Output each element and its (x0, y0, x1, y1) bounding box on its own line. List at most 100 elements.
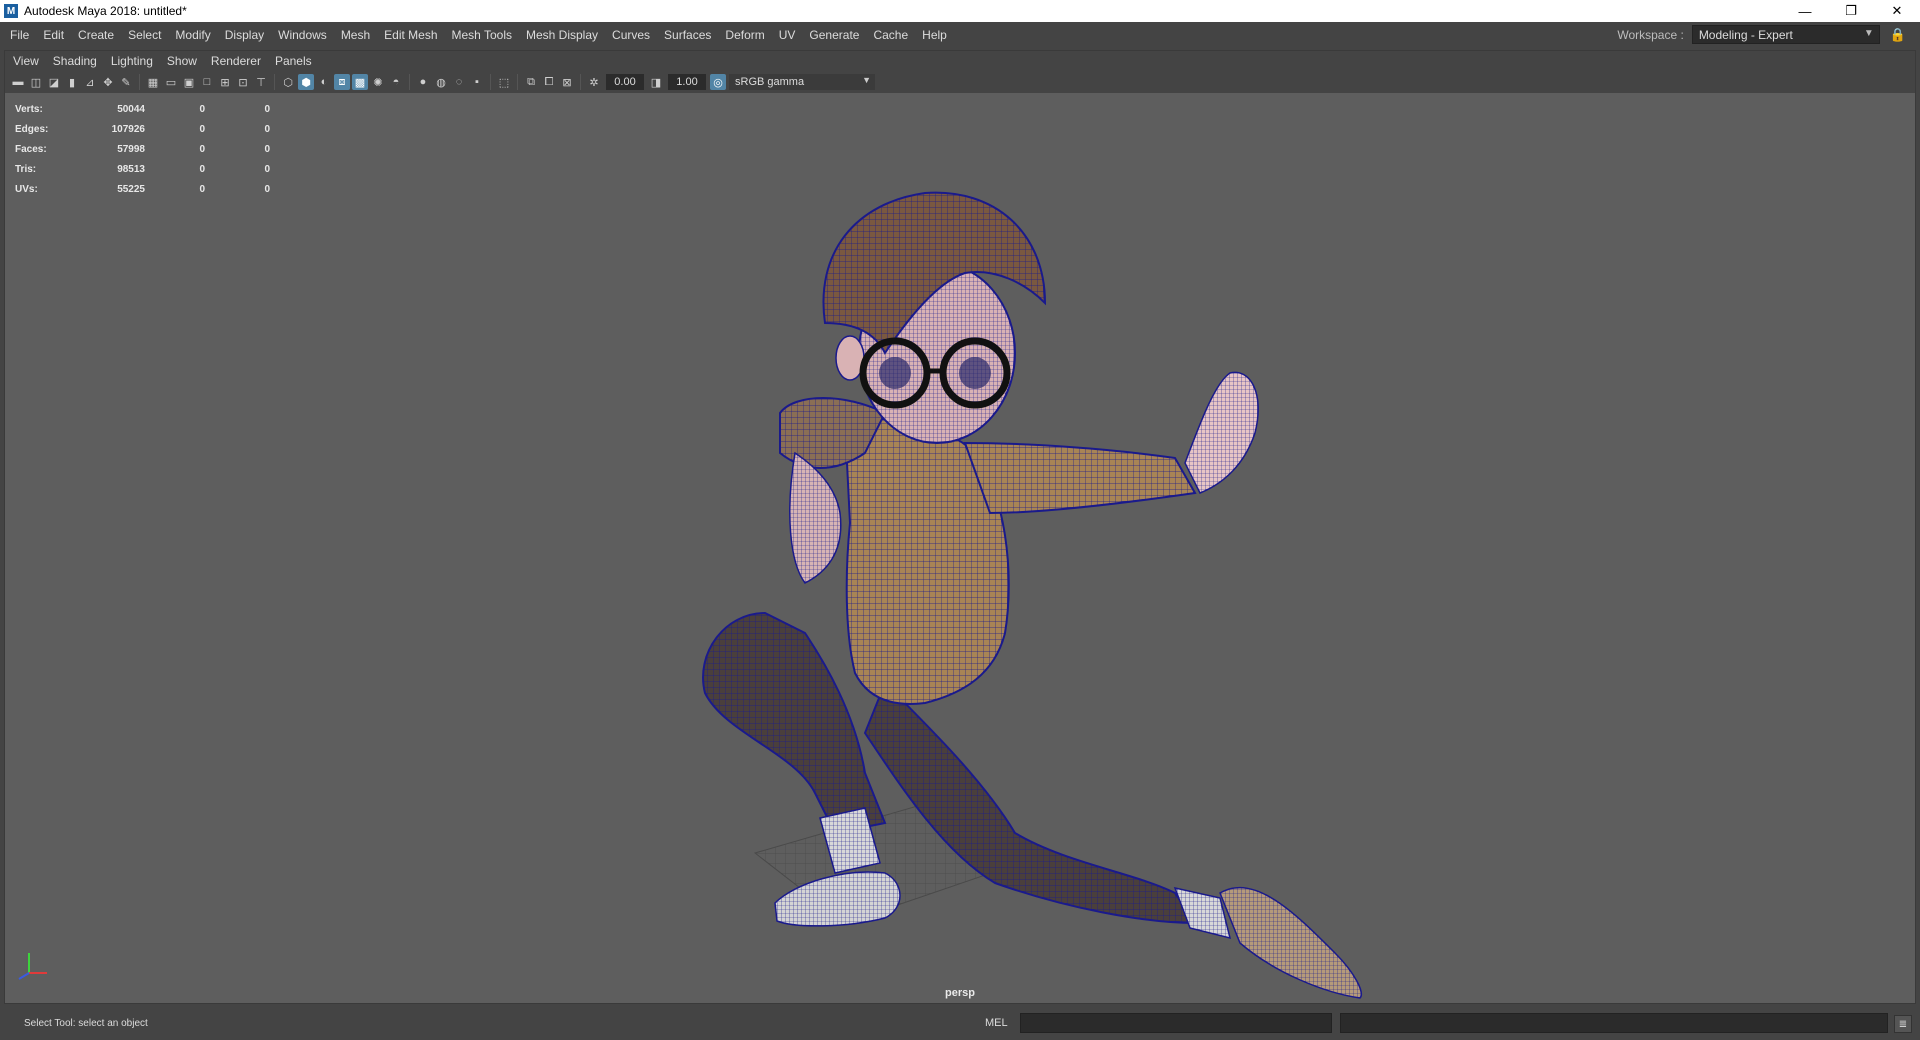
view-axis-icon (18, 953, 47, 980)
hud-component-value: 0 (264, 103, 270, 115)
exposure-icon[interactable]: ✲ (586, 74, 602, 90)
textured-icon[interactable]: ▩ (352, 74, 368, 90)
wireframe-icon[interactable]: ⬡ (280, 74, 296, 90)
grease-pencil-icon[interactable]: ✎ (118, 74, 134, 90)
main-menubar: File Edit Create Select Modify Display W… (0, 22, 1920, 47)
menu-generate[interactable]: Generate (802, 28, 866, 42)
view-transform-dropdown[interactable]: sRGB gamma ▼ (729, 74, 875, 90)
script-editor-icon[interactable]: ≣ (1894, 1015, 1912, 1033)
toolbar-separator (139, 74, 140, 90)
hud-label: Tris: (15, 163, 37, 175)
two-d-pan-zoom-icon[interactable]: ✥ (100, 74, 116, 90)
anti-aliasing-icon[interactable]: ◌ (451, 74, 467, 90)
panel-menu-show[interactable]: Show (160, 54, 204, 68)
menu-edit[interactable]: Edit (36, 28, 71, 42)
gamma-field[interactable]: 1.00 (668, 74, 706, 90)
title-bar: M Autodesk Maya 2018: untitled* — ❐ ✕ (0, 0, 1920, 22)
hud-value: 107926 (111, 123, 145, 135)
workspace-selector: Workspace : Modeling - Expert ▼ 🔒 (1617, 22, 1906, 47)
menu-modify[interactable]: Modify (168, 28, 217, 42)
gamma-icon[interactable]: ◨ (648, 74, 664, 90)
hud-component-value: 0 (264, 163, 270, 175)
menu-windows[interactable]: Windows (271, 28, 334, 42)
panel-menubar: View Shading Lighting Show Renderer Pane… (5, 51, 1915, 71)
xray-components-icon[interactable]: ⊠ (559, 74, 575, 90)
hud-selected-value: 0 (199, 103, 205, 115)
depth-of-field-icon[interactable]: ▪ (469, 74, 485, 90)
command-line-input[interactable] (1020, 1013, 1332, 1033)
panel-menu-panels[interactable]: Panels (268, 54, 319, 68)
workspace-dropdown[interactable]: Modeling - Expert ▼ (1691, 25, 1880, 44)
menu-curves[interactable]: Curves (605, 28, 657, 42)
gate-mask-icon[interactable]: □ (199, 74, 215, 90)
viewport-persp[interactable]: Verts: 50044 0 0 Edges: 107926 0 0 Faces… (5, 93, 1915, 1003)
hud-row-tris: Tris: 98513 0 0 (15, 159, 270, 179)
panel-menu-lighting[interactable]: Lighting (104, 54, 160, 68)
ambient-occlusion-icon[interactable]: ● (415, 74, 431, 90)
isolate-select-icon[interactable]: ⬚ (496, 74, 512, 90)
resolution-gate-icon[interactable]: ▣ (181, 74, 197, 90)
toolbar-separator (274, 74, 275, 90)
toolbar-separator (580, 74, 581, 90)
restore-button[interactable]: ❐ (1828, 0, 1874, 22)
panel-menu-renderer[interactable]: Renderer (204, 54, 268, 68)
menu-mesh-display[interactable]: Mesh Display (519, 28, 605, 42)
menu-mesh-tools[interactable]: Mesh Tools (445, 28, 519, 42)
camera-attributes-icon[interactable]: ◫ (28, 74, 44, 90)
xray-joints-icon[interactable]: ⧠ (541, 74, 557, 90)
menu-cache[interactable]: Cache (866, 28, 915, 42)
menu-mesh[interactable]: Mesh (334, 28, 377, 42)
panel-menu-view[interactable]: View (5, 54, 46, 68)
window-controls: — ❐ ✕ (1782, 0, 1920, 22)
hud-selected-value: 0 (199, 123, 205, 135)
menu-help[interactable]: Help (915, 28, 954, 42)
bookmark-camera-icon[interactable]: ◪ (46, 74, 62, 90)
film-gate-icon[interactable]: ▭ (163, 74, 179, 90)
image-plane-icon[interactable]: ⊿ (82, 74, 98, 90)
character-mesh[interactable] (5, 93, 1915, 1003)
xray-icon[interactable]: ⧉ (523, 74, 539, 90)
help-line: Select Tool: select an object (24, 1017, 148, 1029)
hud-row-faces: Faces: 57998 0 0 (15, 139, 270, 159)
color-management-icon[interactable]: ◎ (710, 74, 726, 90)
menu-surfaces[interactable]: Surfaces (657, 28, 718, 42)
wireframe-on-shaded-icon[interactable]: ⧈ (334, 74, 350, 90)
view-transform-value: sRGB gamma (735, 76, 805, 88)
shadows-icon[interactable]: ◓ (388, 74, 404, 90)
hud-row-edges: Edges: 107926 0 0 (15, 119, 270, 139)
close-button[interactable]: ✕ (1874, 0, 1920, 22)
lights-icon[interactable]: ✺ (370, 74, 386, 90)
menu-select[interactable]: Select (121, 28, 168, 42)
safe-action-icon[interactable]: ⊡ (235, 74, 251, 90)
hud-component-value: 0 (264, 123, 270, 135)
safe-title-icon[interactable]: ⊤ (253, 74, 269, 90)
hud-label: UVs: (15, 183, 38, 195)
field-chart-icon[interactable]: ⊞ (217, 74, 233, 90)
minimize-button[interactable]: — (1782, 0, 1828, 22)
menu-create[interactable]: Create (71, 28, 121, 42)
exposure-field[interactable]: 0.00 (606, 74, 644, 90)
smooth-shade-icon[interactable]: ⬢ (298, 74, 314, 90)
lock-icon[interactable]: 🔒 (1890, 27, 1906, 43)
hud-value: 55225 (117, 183, 145, 195)
menu-display[interactable]: Display (218, 28, 271, 42)
panel-toolbar: ▬ ◫ ◪ ▮ ⊿ ✥ ✎ ▦ ▭ ▣ □ ⊞ ⊡ ⊤ ⬡ ⬢ ◐ ⧈ ▩ ✺ … (5, 71, 1915, 93)
menu-deform[interactable]: Deform (718, 28, 771, 42)
toolbar-separator (490, 74, 491, 90)
left-arm (789, 451, 842, 584)
command-language-toggle[interactable]: MEL (985, 1006, 1008, 1040)
hud-row-verts: Verts: 50044 0 0 (15, 99, 270, 119)
grid-icon[interactable]: ▦ (145, 74, 161, 90)
camera-icon[interactable]: ▬ (10, 74, 26, 90)
menu-uv[interactable]: UV (772, 28, 803, 42)
hud-label: Verts: (15, 103, 43, 115)
motion-blur-icon[interactable]: ◍ (433, 74, 449, 90)
hud-value: 98513 (117, 163, 145, 175)
menu-edit-mesh[interactable]: Edit Mesh (377, 28, 444, 42)
menu-file[interactable]: File (0, 28, 36, 42)
bookmark-icon[interactable]: ▮ (64, 74, 80, 90)
hud-selected-value: 0 (199, 143, 205, 155)
hud-value: 57998 (117, 143, 145, 155)
default-material-icon[interactable]: ◐ (316, 74, 332, 90)
panel-menu-shading[interactable]: Shading (46, 54, 104, 68)
